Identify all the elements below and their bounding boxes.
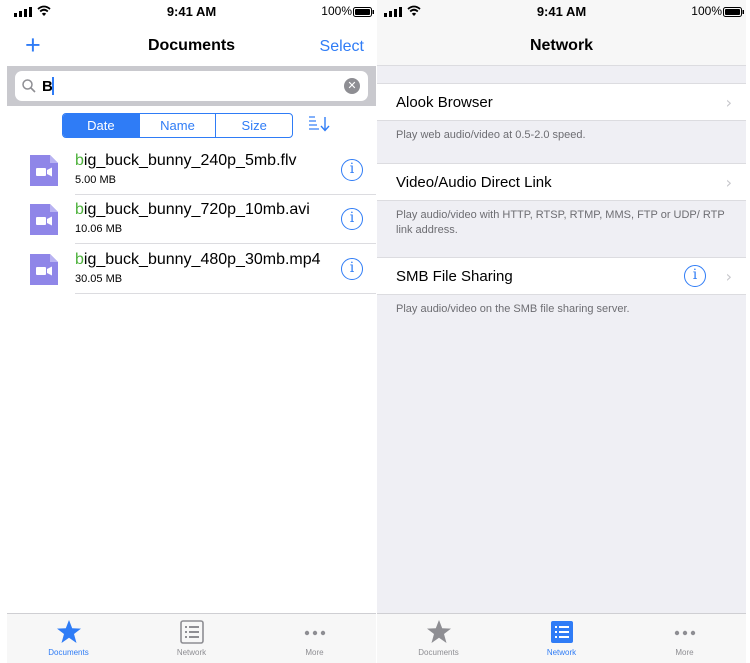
select-button[interactable]: Select [320,38,364,56]
video-file-icon [30,254,58,285]
match-highlight: b [75,251,84,268]
row-label: Video/Audio Direct Link [396,174,552,191]
sort-segmented-control: Date Name Size [62,113,293,138]
file-name: big_buck_bunny_480p_30mb.mp4 [75,251,321,269]
tab-label: Network [546,648,577,657]
list-icon [179,620,204,644]
navigation-bar: + Documents Select [7,22,376,66]
clear-icon[interactable]: ✕ [344,78,360,94]
row-alook-browser[interactable]: Alook Browser › [377,83,746,121]
video-file-icon [30,155,58,186]
chevron-right-icon: › [725,93,732,112]
page-title: Network [529,37,594,54]
status-bar: 9:41 AM 100% [7,0,376,22]
row-description: Play audio/video with HTTP, RTSP, RTMP, … [396,209,725,236]
file-row[interactable]: big_buck_bunny_720p_10mb.avi 10.06 MB i [7,195,376,244]
tab-bar: Documents Network More [377,613,746,663]
chevron-right-icon: › [725,173,732,192]
search-field[interactable]: B ✕ [15,71,368,101]
navigation-bar: Network [377,22,746,66]
tab-label: Documents [48,648,89,657]
tab-network[interactable]: Network [130,614,253,663]
tab-label: Documents [418,648,459,657]
file-size: 5.00 MB [75,174,116,186]
status-bar: 9:41 AM 100% [377,0,746,22]
tab-label: Network [176,648,207,657]
file-name: big_buck_bunny_240p_5mb.flv [75,152,297,170]
file-size: 30.05 MB [75,273,123,285]
search-bar: B ✕ [7,66,376,106]
tab-label: More [305,648,324,657]
match-highlight: b [75,201,84,218]
file-row[interactable]: big_buck_bunny_480p_30mb.mp4 30.05 MB i [7,245,376,294]
row-label: Alook Browser [396,94,493,111]
search-icon [22,79,36,93]
file-size: 10.06 MB [75,223,123,235]
battery-icon [353,7,374,17]
info-icon[interactable]: i [341,159,363,181]
file-name: big_buck_bunny_720p_10mb.avi [75,201,310,219]
star-icon [56,620,81,643]
sort-order-icon[interactable] [307,114,333,134]
text-cursor [52,77,54,95]
list-icon [550,621,573,643]
chevron-right-icon: › [725,267,732,286]
star-icon [426,620,451,643]
segment-name[interactable]: Name [138,114,216,137]
documents-screen: 9:41 AM 100% + Documents Select B ✕ Date… [7,0,376,663]
segment-size[interactable]: Size [215,114,292,137]
row-label: SMB File Sharing [396,268,513,285]
battery-icon [723,7,744,17]
file-name-rest: ig_buck_bunny_480p_30mb.mp4 [83,251,321,268]
row-smb-sharing[interactable]: SMB File Sharing i › [377,257,746,295]
tab-label: More [675,648,694,657]
divider [75,293,376,294]
battery-percent: 100% [321,4,352,18]
info-icon[interactable]: i [341,208,363,230]
row-direct-link[interactable]: Video/Audio Direct Link › [377,163,746,201]
battery-percent: 100% [691,4,722,18]
file-name-rest: ig_buck_bunny_240p_5mb.flv [83,152,297,169]
divider [75,243,376,244]
tab-more[interactable]: More [253,614,376,663]
row-description: Play web audio/video at 0.5-2.0 speed. [396,129,586,141]
tab-documents[interactable]: Documents [377,614,500,663]
video-file-icon [30,204,58,235]
network-screen: 9:41 AM 100% Network Alook Browser › Pla… [377,0,746,663]
match-highlight: b [75,152,84,169]
file-row[interactable]: big_buck_bunny_240p_5mb.flv 5.00 MB i [7,146,376,195]
row-description: Play audio/video on the SMB file sharing… [396,303,630,315]
info-icon[interactable]: i [341,258,363,280]
info-icon[interactable]: i [684,265,706,287]
more-icon [304,630,325,636]
tab-documents[interactable]: Documents [7,614,130,663]
tab-bar: Documents Network More [7,613,376,663]
file-name-rest: ig_buck_bunny_720p_10mb.avi [83,201,310,218]
more-icon [674,630,695,636]
tab-more[interactable]: More [623,614,746,663]
segment-date[interactable]: Date [63,114,139,137]
tab-network[interactable]: Network [500,614,623,663]
